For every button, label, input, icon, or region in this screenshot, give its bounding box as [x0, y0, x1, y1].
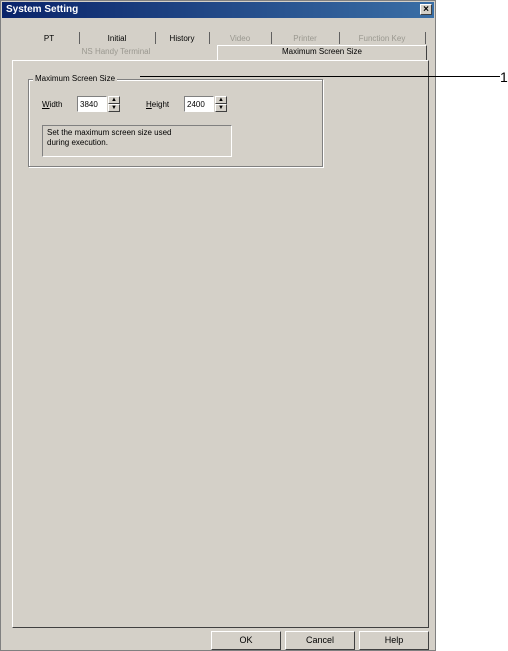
- close-button[interactable]: ×: [420, 4, 432, 15]
- callout-leader-line: [140, 76, 500, 77]
- tab-initial[interactable]: Initial: [81, 32, 153, 45]
- cancel-button[interactable]: Cancel: [285, 631, 355, 650]
- spin-down-icon[interactable]: ▼: [108, 104, 120, 112]
- tab-separator: [209, 32, 210, 44]
- tab-history[interactable]: History: [157, 32, 207, 45]
- group-title: Maximum Screen Size: [33, 73, 118, 85]
- tab-separator: [271, 32, 272, 44]
- tab-separator: [79, 32, 80, 44]
- close-icon: ×: [423, 4, 429, 15]
- width-label-text: idth: [49, 100, 63, 109]
- description-box: Set the maximum screen size used during …: [42, 125, 232, 157]
- height-label-text: eight: [151, 100, 170, 109]
- height-spinner[interactable]: ▲ ▼: [215, 96, 227, 112]
- help-button[interactable]: Help: [359, 631, 429, 650]
- spin-up-icon[interactable]: ▲: [108, 96, 120, 104]
- spin-up-icon[interactable]: ▲: [215, 96, 227, 104]
- title-bar[interactable]: System Setting ×: [2, 2, 434, 18]
- description-line: during execution.: [47, 138, 108, 147]
- width-input[interactable]: [77, 96, 107, 112]
- tab-video[interactable]: Video: [211, 32, 269, 45]
- height-label: Height: [146, 99, 169, 111]
- tab-separator: [339, 32, 340, 44]
- tab-separator: [155, 32, 156, 44]
- width-label-accelerator: W: [42, 100, 50, 109]
- height-input[interactable]: [184, 96, 214, 112]
- window-title: System Setting: [6, 4, 79, 15]
- description-line: Set the maximum screen size used: [47, 128, 172, 137]
- tab-separator: [425, 32, 426, 44]
- tab-printer[interactable]: Printer: [273, 32, 337, 45]
- system-setting-dialog: System Setting × PT Initial History Vide…: [0, 0, 436, 651]
- width-label: Width: [42, 99, 62, 111]
- width-spinner[interactable]: ▲ ▼: [108, 96, 120, 112]
- tab-maximum-screen-size[interactable]: Maximum Screen Size: [217, 45, 427, 58]
- tab-pt[interactable]: PT: [21, 32, 77, 45]
- tab-ns-handy-terminal[interactable]: NS Handy Terminal: [21, 45, 211, 58]
- spin-down-icon[interactable]: ▼: [215, 104, 227, 112]
- callout-number: 1: [500, 69, 508, 85]
- tab-function-key[interactable]: Function Key: [341, 32, 423, 45]
- ok-button[interactable]: OK: [211, 631, 281, 650]
